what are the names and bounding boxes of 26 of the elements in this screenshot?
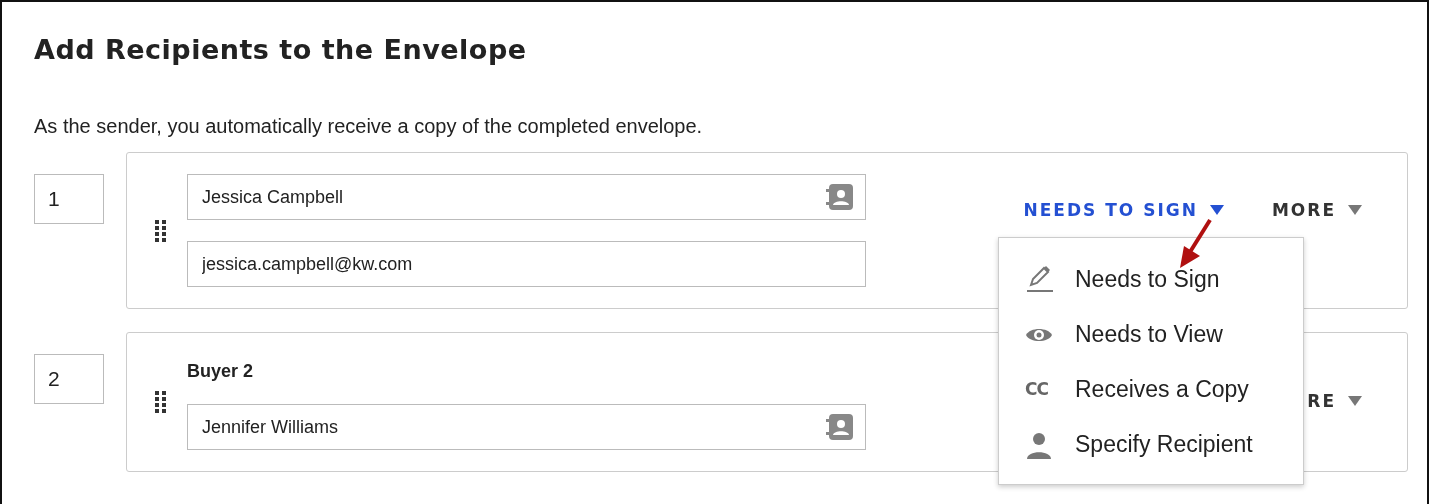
name-field[interactable]: Jennifer Williams — [187, 404, 866, 450]
order-field[interactable]: 1 — [34, 174, 104, 224]
menu-item[interactable]: Needs to Sign — [999, 252, 1303, 307]
person-icon — [1025, 430, 1053, 459]
caret-icon — [1348, 396, 1362, 406]
more-dropdown[interactable]: RE — [1307, 390, 1362, 412]
name-field[interactable]: Jessica Campbell — [187, 174, 866, 220]
menu-item[interactable]: Specify Recipient — [999, 417, 1303, 472]
annotation-arrow — [1180, 218, 1212, 268]
caret-icon — [1209, 205, 1224, 215]
instruction-text: As the sender, you automatically receive a copy of the completed envelope. — [34, 114, 704, 138]
contact-book-icon[interactable] — [826, 183, 854, 211]
page-title: Add Recipients to the Envelope — [34, 33, 528, 67]
caret-icon — [1348, 205, 1362, 215]
role-dropdown[interactable]: NEEDS TO SIGN — [1023, 199, 1224, 221]
cc-icon: CC — [1025, 376, 1053, 403]
order-field[interactable]: 2 — [34, 354, 104, 404]
pen-icon — [1025, 265, 1053, 294]
more-dropdown[interactable]: MORE — [1271, 199, 1362, 221]
menu-item[interactable]: CC Receives a Copy — [999, 362, 1303, 417]
contact-book-icon[interactable] — [826, 413, 854, 441]
drag-handle-icon[interactable] — [155, 219, 167, 242]
menu-item[interactable]: Needs to View — [999, 307, 1303, 362]
email-field[interactable]: jessica.campbell@kw.com — [187, 241, 866, 287]
drag-handle-icon[interactable] — [155, 391, 167, 413]
recipient-label: Buyer 2 — [187, 360, 255, 383]
